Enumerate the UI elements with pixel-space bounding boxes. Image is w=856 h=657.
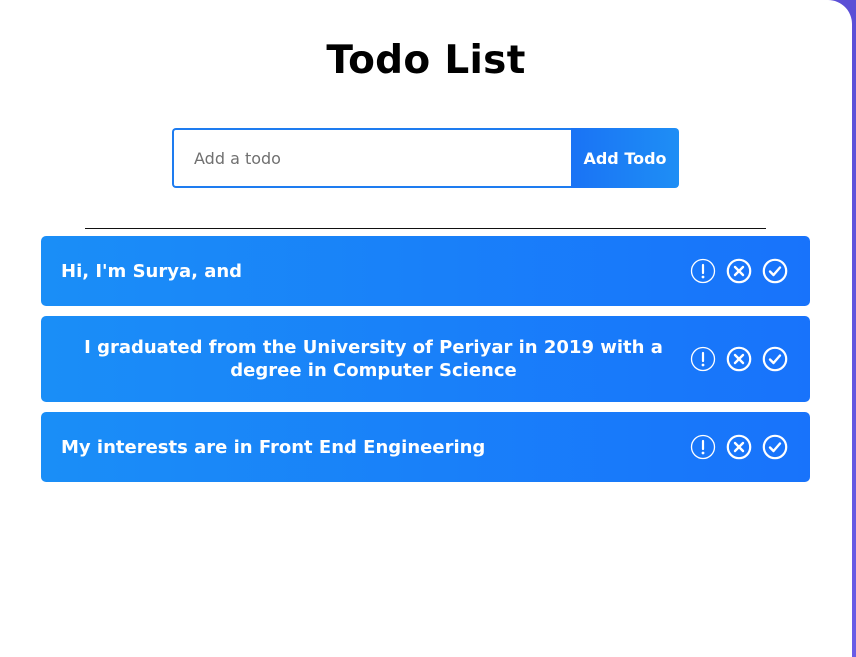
x-circle-icon[interactable] [726,258,752,284]
todo-app: Todo List Add Todo Hi, I'm Surya, and I … [0,0,852,657]
todo-actions [690,434,788,460]
exclamation-circle-icon[interactable] [690,434,716,460]
check-circle-icon[interactable] [762,258,788,284]
todo-row: I graduated from the University of Periy… [41,316,810,402]
divider [85,228,766,229]
todo-input[interactable] [172,128,571,188]
exclamation-circle-icon[interactable] [690,258,716,284]
todo-row: Hi, I'm Surya, and [41,236,810,306]
add-todo-button[interactable]: Add Todo [571,128,679,188]
todo-text[interactable]: I graduated from the University of Periy… [61,336,690,382]
page-title: Todo List [326,38,526,83]
todo-actions [690,258,788,284]
todo-text[interactable]: Hi, I'm Surya, and [61,260,690,283]
todo-row: My interests are in Front End Engineerin… [41,412,810,482]
check-circle-icon[interactable] [762,434,788,460]
todo-actions [690,346,788,372]
exclamation-circle-icon[interactable] [690,346,716,372]
todo-list: Hi, I'm Surya, and I graduated from the … [41,236,810,492]
todo-text[interactable]: My interests are in Front End Engineerin… [61,436,690,459]
check-circle-icon[interactable] [762,346,788,372]
x-circle-icon[interactable] [726,434,752,460]
todo-form: Add Todo [172,128,679,188]
x-circle-icon[interactable] [726,346,752,372]
